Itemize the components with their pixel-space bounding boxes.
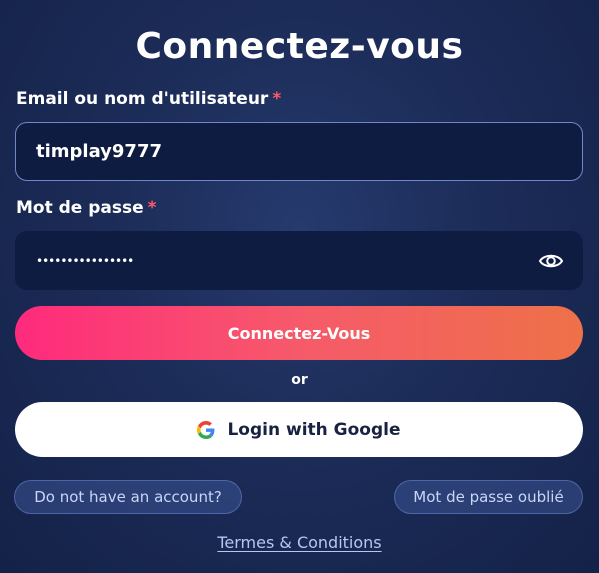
password-label-text: Mot de passe: [16, 198, 144, 218]
email-required-mark: *: [272, 89, 282, 109]
email-label: Email ou nom d'utilisateur *: [16, 89, 281, 109]
terms-link[interactable]: Termes & Conditions: [217, 533, 381, 552]
email-label-text: Email ou nom d'utilisateur: [16, 89, 269, 109]
password-required-mark: *: [147, 198, 157, 218]
google-icon: [197, 420, 215, 439]
eye-icon[interactable]: [538, 249, 564, 273]
terms-container: Termes & Conditions: [0, 533, 599, 552]
password-field[interactable]: ••••••••••••••••: [15, 231, 583, 290]
google-login-label: Login with Google: [227, 419, 401, 440]
login-button[interactable]: Connectez-Vous: [15, 306, 583, 360]
or-separator: or: [291, 372, 308, 388]
password-label: Mot de passe *: [16, 198, 157, 218]
email-field[interactable]: timplay9777: [15, 122, 583, 181]
forgot-password-link[interactable]: Mot de passe oublié: [394, 480, 583, 514]
password-field-value: ••••••••••••••••: [36, 253, 134, 268]
email-field-value: timplay9777: [36, 141, 163, 162]
login-page: Connectez-vous Email ou nom d'utilisateu…: [0, 0, 599, 573]
google-login-button[interactable]: Login with Google: [15, 402, 583, 457]
page-title: Connectez-vous: [135, 26, 464, 67]
signup-link[interactable]: Do not have an account?: [14, 480, 242, 514]
